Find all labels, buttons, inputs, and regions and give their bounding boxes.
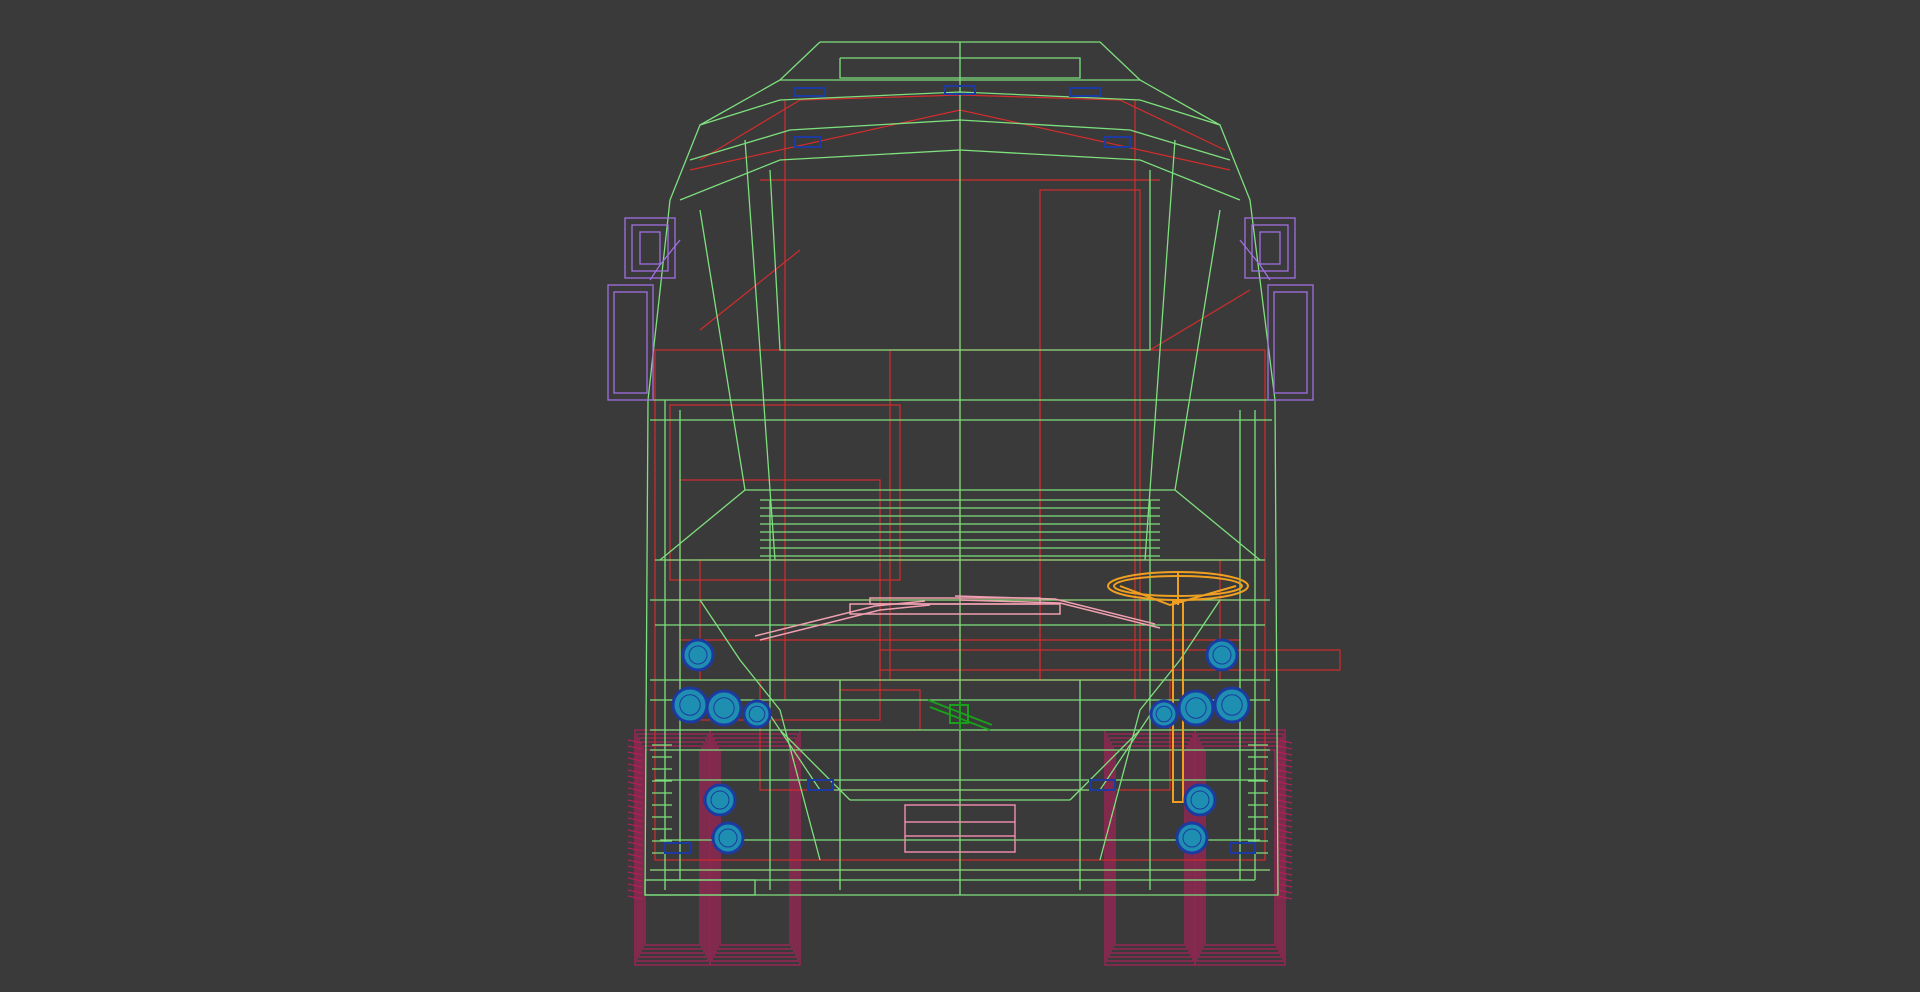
headlight bbox=[671, 686, 709, 724]
right-mirror[interactable] bbox=[1239, 217, 1314, 401]
marker-light bbox=[664, 842, 691, 854]
headlight bbox=[1183, 783, 1217, 817]
headlight bbox=[1205, 638, 1239, 672]
pivot-gizmo[interactable] bbox=[927, 699, 993, 731]
headlight bbox=[703, 783, 737, 817]
wire-box bbox=[1259, 231, 1281, 265]
wipers[interactable] bbox=[754, 595, 1161, 641]
marker-light bbox=[794, 87, 826, 97]
headlight bbox=[711, 821, 745, 855]
wire-edge bbox=[1174, 489, 1261, 561]
wire-box bbox=[639, 231, 661, 265]
wire-box bbox=[607, 284, 654, 401]
marker-light bbox=[1229, 842, 1256, 854]
wire-box bbox=[1273, 291, 1308, 394]
headlight bbox=[1175, 821, 1209, 855]
headlight bbox=[1177, 689, 1215, 727]
headlight bbox=[681, 638, 715, 672]
wire-edge bbox=[754, 600, 926, 637]
wire-box bbox=[879, 649, 1341, 671]
marker-light bbox=[1069, 87, 1101, 97]
wire-box bbox=[1039, 189, 1141, 681]
wire-box bbox=[636, 733, 709, 962]
wire-box bbox=[613, 291, 648, 394]
wire-box bbox=[1267, 284, 1314, 401]
left-wheels[interactable] bbox=[627, 729, 801, 966]
headlight bbox=[1213, 686, 1251, 724]
wire-edge bbox=[1149, 289, 1251, 351]
wire-box bbox=[640, 741, 705, 954]
wireframe-canvas[interactable] bbox=[0, 0, 1920, 992]
headlight bbox=[1149, 699, 1179, 729]
interior-frame[interactable] bbox=[650, 94, 1341, 871]
wire-box bbox=[644, 749, 701, 946]
headlight bbox=[742, 699, 772, 729]
3d-viewport[interactable] bbox=[0, 0, 1920, 992]
wire-box bbox=[642, 745, 703, 950]
wire-edge bbox=[659, 489, 746, 561]
steering-wheel[interactable] bbox=[1107, 571, 1249, 803]
left-mirror[interactable] bbox=[607, 217, 681, 401]
marker-light bbox=[807, 779, 834, 791]
wire-box bbox=[638, 737, 707, 958]
headlight bbox=[705, 689, 743, 727]
